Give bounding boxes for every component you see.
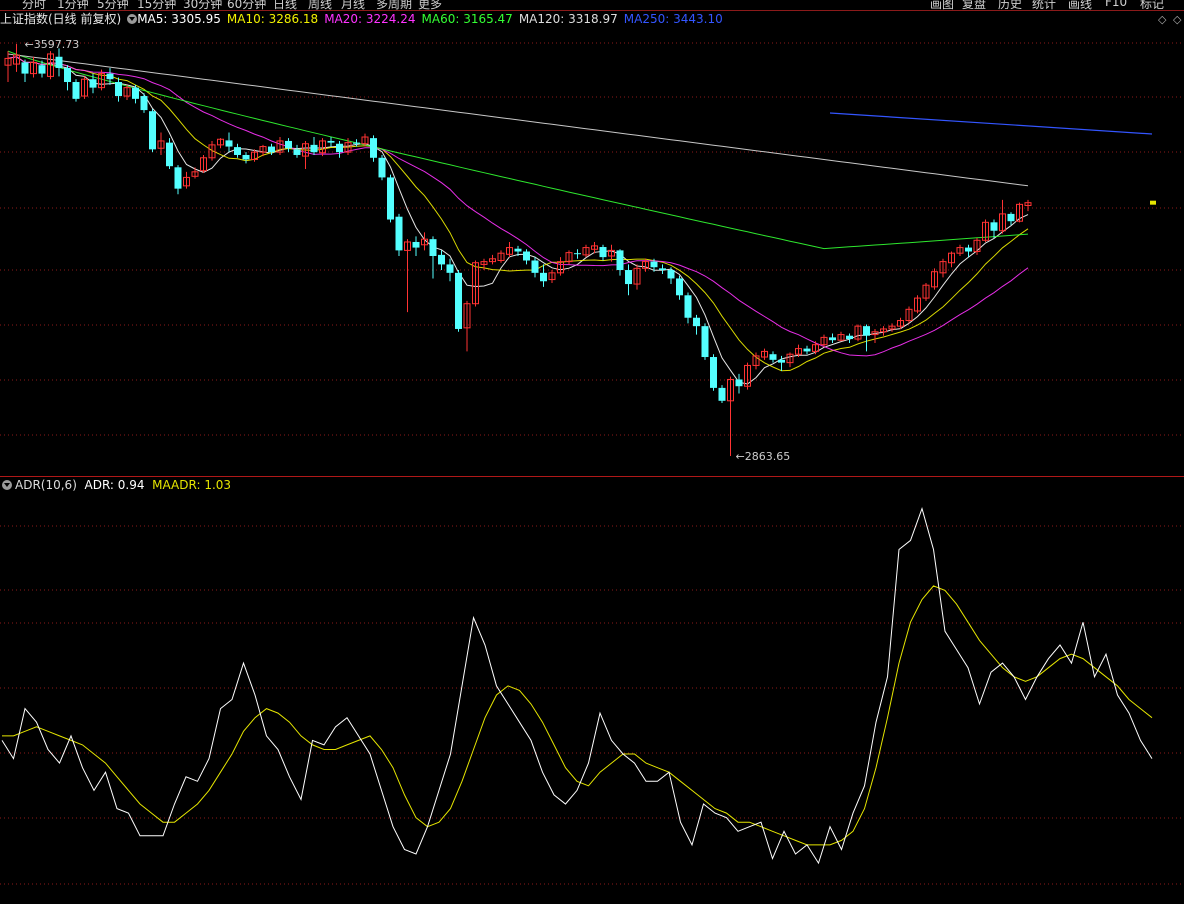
candle-down <box>684 295 692 318</box>
ma10-line <box>7 56 1029 372</box>
candle-down <box>149 111 156 150</box>
candle-down <box>166 142 173 167</box>
adr-line <box>1 506 1153 865</box>
candle-down <box>574 253 581 255</box>
candle-down <box>667 270 675 279</box>
candle-down <box>89 79 97 88</box>
candle-down <box>378 157 386 178</box>
high-price-label: ←3597.73 <box>25 38 80 51</box>
candle-down <box>650 261 658 268</box>
candle-down <box>38 65 46 74</box>
candle-down <box>225 140 233 147</box>
candle-down <box>531 260 539 273</box>
candle-down <box>523 251 530 261</box>
candle-down <box>429 239 437 256</box>
candle-down <box>718 387 726 401</box>
candle-down <box>72 82 80 99</box>
candle-down <box>710 357 717 388</box>
ma120-line <box>7 53 1029 187</box>
ma250-line <box>829 112 1153 135</box>
candle-down <box>599 247 607 258</box>
candle-down <box>693 317 700 327</box>
candle-down <box>735 379 743 387</box>
candle-down <box>115 82 122 97</box>
candle-down <box>64 67 71 83</box>
candle-down <box>438 254 445 265</box>
candle-down <box>676 278 683 296</box>
candle-down <box>616 250 624 271</box>
candle-down <box>514 248 522 252</box>
candle-down <box>234 147 241 155</box>
candle-down <box>769 354 777 360</box>
candle-down <box>132 87 139 99</box>
candle-down <box>174 167 182 189</box>
candle-down <box>285 140 292 149</box>
candle-down <box>336 143 343 153</box>
last-price-marker <box>1150 200 1156 205</box>
candle-down <box>863 326 870 336</box>
candle-down <box>412 241 420 248</box>
candle-down <box>268 146 275 153</box>
candle-down <box>21 62 29 74</box>
candle-down <box>846 335 853 340</box>
candle-down <box>625 270 632 285</box>
candle-down <box>540 272 547 282</box>
low-price-label: ←2863.65 <box>736 450 791 463</box>
candle-down <box>965 247 972 252</box>
ma20-line <box>7 56 1029 357</box>
candle-down <box>293 149 301 155</box>
candle-down <box>242 154 250 160</box>
candle-down <box>990 222 998 231</box>
candle-down <box>353 142 360 144</box>
candle-down <box>55 56 63 68</box>
candle-down <box>106 73 114 80</box>
maadr-line <box>2 585 1153 846</box>
candle-down <box>455 272 462 329</box>
candle-down <box>446 264 454 273</box>
candle-down <box>370 138 377 158</box>
candle-down <box>395 216 403 251</box>
candle-down <box>701 326 709 358</box>
candle-down <box>327 140 335 143</box>
candle-down <box>1007 213 1015 222</box>
candle-down <box>803 348 811 352</box>
price-chart-area[interactable]: ←3597.73 ←2863.65 <box>0 0 1184 904</box>
candle-down <box>778 359 785 363</box>
candle-down <box>829 337 836 341</box>
candle-down <box>140 96 148 111</box>
candle-down <box>387 177 394 220</box>
candle-down <box>310 144 318 153</box>
candle-down <box>659 268 666 271</box>
